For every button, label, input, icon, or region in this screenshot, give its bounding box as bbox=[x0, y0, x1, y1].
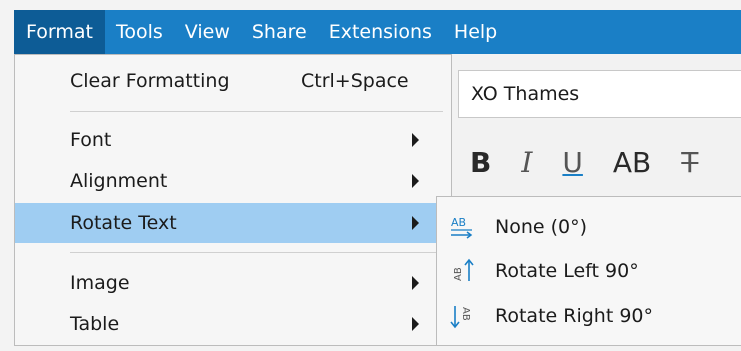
clear-formatting-shortcut: Ctrl+Space bbox=[301, 70, 409, 92]
menu-separator bbox=[70, 111, 443, 112]
menu-help[interactable]: Help bbox=[443, 10, 508, 54]
svg-text:AB: AB bbox=[460, 307, 471, 321]
submenu-item-rotate-left[interactable]: AB Rotate Left 90° bbox=[437, 251, 741, 291]
rotate-text-label: Rotate Text bbox=[70, 212, 177, 234]
image-label: Image bbox=[70, 272, 130, 294]
submenu-item-none[interactable]: AB None (0°) bbox=[437, 207, 741, 247]
menu-item-rotate-text[interactable]: Rotate Text bbox=[15, 203, 451, 243]
menu-bar: Format Tools View Share Extensions Help bbox=[14, 10, 741, 54]
menu-item-image[interactable]: Image bbox=[15, 263, 451, 303]
format-buttons-row: B I U AB T bbox=[470, 140, 698, 184]
alignment-label: Alignment bbox=[70, 170, 168, 192]
italic-button[interactable]: I bbox=[521, 146, 532, 179]
font-label: Font bbox=[70, 129, 112, 151]
underline-button[interactable]: U bbox=[562, 146, 583, 179]
svg-text:AB: AB bbox=[453, 267, 464, 281]
menu-item-clear-formatting[interactable]: Clear Formatting Ctrl+Space bbox=[15, 61, 451, 101]
rotate-text-submenu: AB None (0°) AB Rotate Left 90° AB Rotat… bbox=[436, 196, 741, 346]
menu-view[interactable]: View bbox=[174, 10, 241, 54]
bold-button[interactable]: B bbox=[470, 146, 491, 179]
format-menu: Clear Formatting Ctrl+Space Font Alignme… bbox=[14, 54, 452, 346]
menu-extensions[interactable]: Extensions bbox=[318, 10, 443, 54]
none-label: None (0°) bbox=[495, 216, 588, 238]
all-caps-button[interactable]: AB bbox=[613, 146, 651, 179]
menu-item-alignment[interactable]: Alignment bbox=[15, 161, 451, 201]
menu-format[interactable]: Format bbox=[14, 10, 105, 54]
menu-tools[interactable]: Tools bbox=[105, 10, 174, 54]
menu-item-font[interactable]: Font bbox=[15, 120, 451, 160]
rotate-left-label: Rotate Left 90° bbox=[495, 260, 639, 282]
rotate-left-icon: AB bbox=[453, 258, 474, 281]
rotate-right-label: Rotate Right 90° bbox=[495, 305, 653, 327]
submenu-arrow-icon bbox=[412, 317, 419, 331]
rotate-right-icon: AB bbox=[450, 306, 471, 329]
submenu-arrow-icon bbox=[412, 276, 419, 290]
clear-formatting-label: Clear Formatting bbox=[70, 70, 230, 92]
svg-text:AB: AB bbox=[451, 216, 466, 229]
submenu-arrow-icon bbox=[412, 133, 419, 147]
font-name-field[interactable]: XO Thames bbox=[458, 70, 741, 118]
menu-separator bbox=[70, 252, 443, 253]
menu-item-table[interactable]: Table bbox=[15, 304, 451, 344]
submenu-item-rotate-right[interactable]: AB Rotate Right 90° bbox=[437, 296, 741, 336]
table-label: Table bbox=[70, 313, 120, 335]
strikethrough-button[interactable]: T bbox=[681, 146, 698, 179]
text-none-icon: AB bbox=[451, 216, 473, 239]
submenu-arrow-icon bbox=[412, 174, 419, 188]
submenu-arrow-icon bbox=[412, 216, 419, 230]
menu-share[interactable]: Share bbox=[241, 10, 318, 54]
